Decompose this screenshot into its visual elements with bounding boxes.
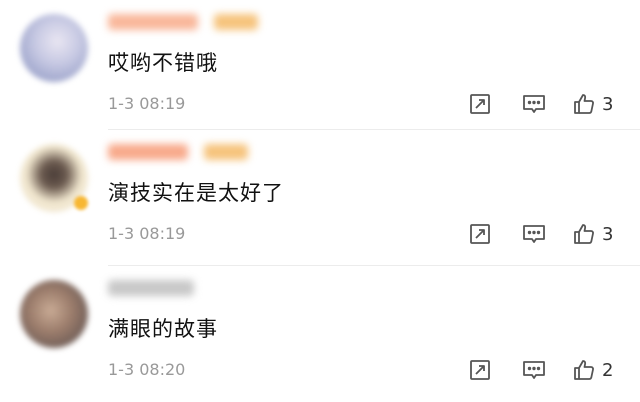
user-badge	[204, 144, 248, 160]
avatar[interactable]	[20, 280, 88, 348]
reply-button[interactable]	[522, 220, 546, 248]
like-count: 2	[602, 359, 614, 381]
reply-button[interactable]	[522, 90, 546, 118]
comment-item: 演技实在是太好了 1-3 08:19 3	[0, 130, 640, 266]
like-count: 3	[602, 223, 614, 245]
comment-time: 1-3 08:19	[108, 94, 186, 113]
username-blurred[interactable]	[108, 144, 188, 160]
comment-actions: 2	[468, 356, 640, 384]
comment-actions: 3	[468, 90, 640, 118]
thumbs-up-icon	[574, 224, 594, 244]
comment-time: 1-3 08:20	[108, 360, 186, 379]
comment-icon	[523, 225, 545, 243]
username-blurred[interactable]	[108, 14, 198, 30]
comment-item: 满眼的故事 1-3 08:20 2	[0, 266, 640, 402]
like-count: 3	[602, 93, 614, 115]
comment-text: 演技实在是太好了	[108, 181, 284, 205]
comment-text: 满眼的故事	[108, 317, 218, 341]
comment-actions: 3	[468, 220, 640, 248]
thumbs-up-icon	[574, 94, 594, 114]
like-button[interactable]: 3	[572, 90, 613, 118]
share-button[interactable]	[468, 356, 492, 384]
share-icon	[470, 224, 490, 244]
comment-item: 哎哟不错哦 1-3 08:19 3	[0, 0, 640, 130]
comment-icon	[523, 361, 545, 379]
thumbs-up-icon	[574, 360, 594, 380]
comment-time: 1-3 08:19	[108, 224, 186, 243]
share-icon	[470, 360, 490, 380]
comment-list: 哎哟不错哦 1-3 08:19 3 演技实在是太好了 1-3 08:19 3 满…	[0, 0, 640, 402]
share-button[interactable]	[468, 220, 492, 248]
like-button[interactable]: 2	[572, 356, 613, 384]
comment-text: 哎哟不错哦	[108, 51, 218, 75]
share-button[interactable]	[468, 90, 492, 118]
user-badge	[214, 14, 258, 30]
verified-badge-icon	[74, 196, 88, 210]
share-icon	[470, 94, 490, 114]
like-button[interactable]: 3	[572, 220, 613, 248]
username-blurred[interactable]	[108, 280, 194, 296]
comment-icon	[523, 95, 545, 113]
avatar[interactable]	[20, 14, 88, 82]
reply-button[interactable]	[522, 356, 546, 384]
